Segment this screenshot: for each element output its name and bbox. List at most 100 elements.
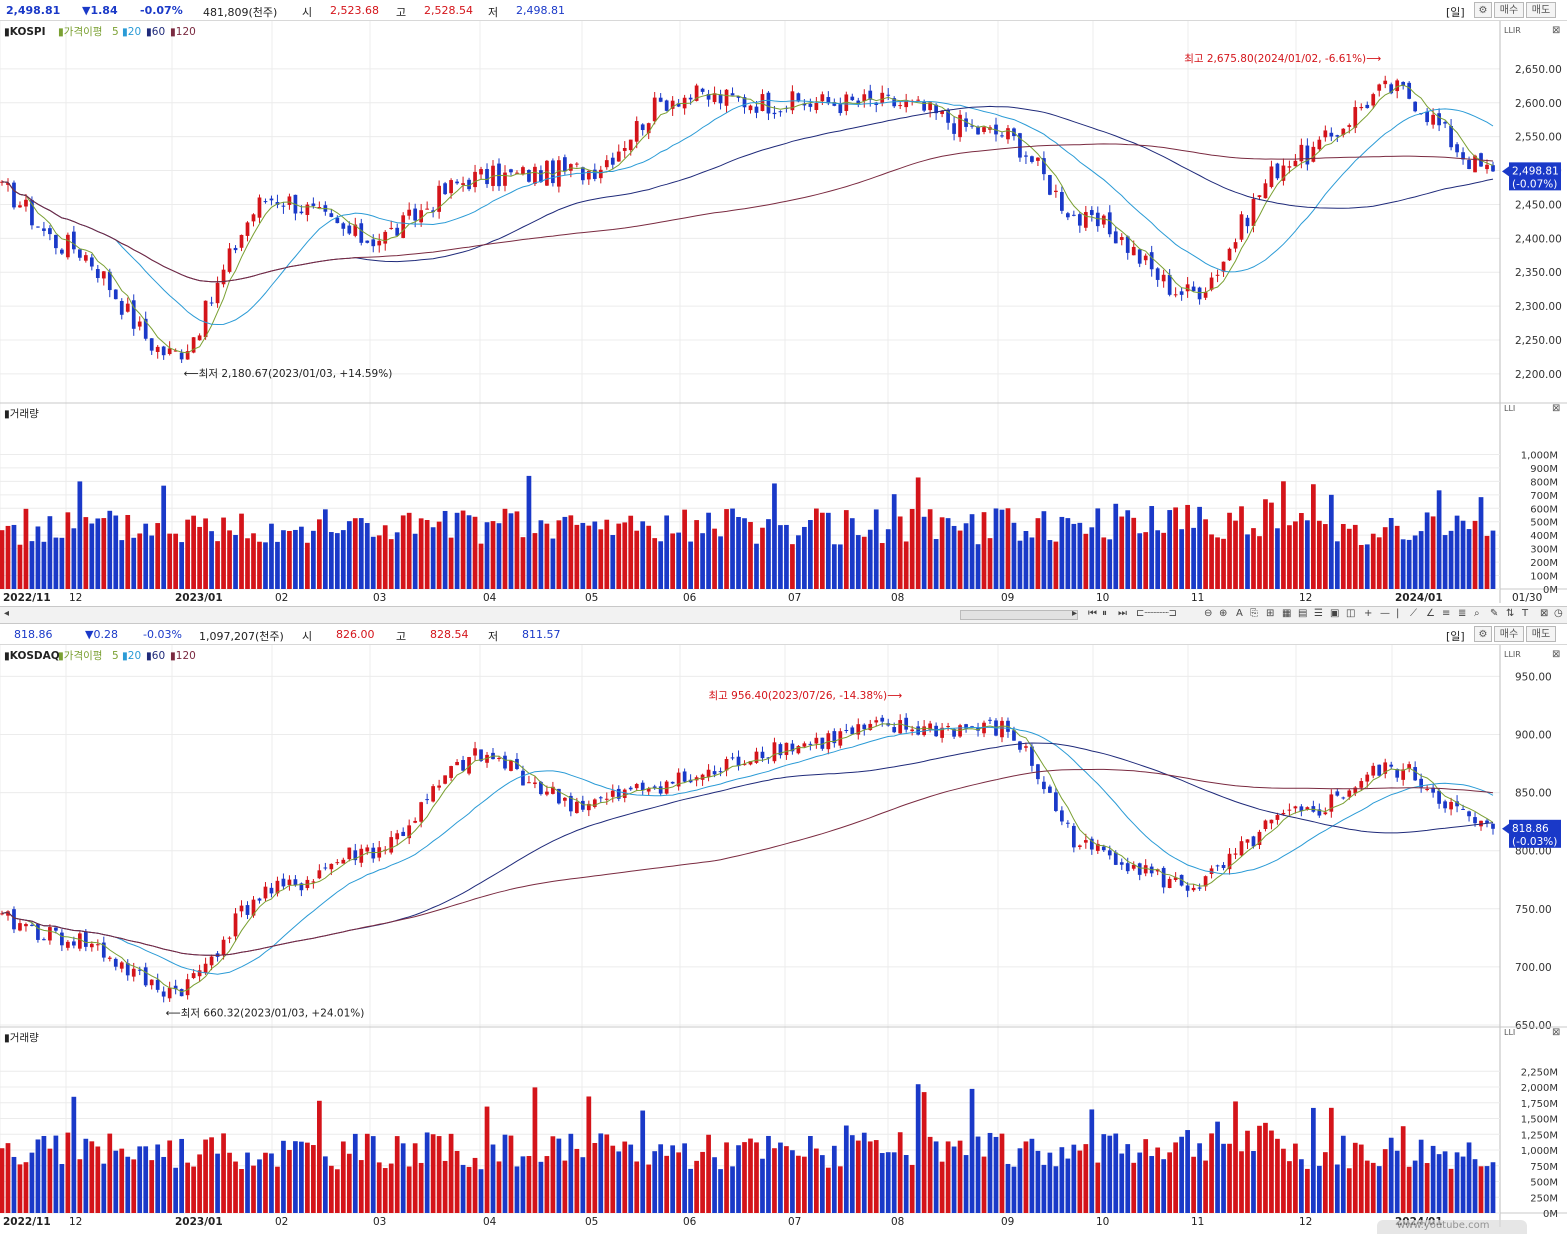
copy-icon[interactable]: ⎘ [1250,608,1258,619]
volume-bar [155,1144,161,1213]
volume-bar [987,1132,993,1213]
candle [610,157,615,165]
volume-bar [305,542,310,589]
volume-bar [1017,540,1023,589]
x-tick-label: 02 [275,1216,288,1228]
grid-icon[interactable]: ▦ [1282,608,1291,619]
candle [539,170,543,183]
volume-bar [412,1143,418,1213]
kosdaq-period[interactable]: [일] [1446,628,1465,644]
volume-bar [1454,515,1460,589]
volume-bar [867,1141,873,1213]
candle [377,240,382,246]
angle-icon[interactable]: ∠ [1426,608,1435,619]
volume-bar [879,543,885,589]
volume-bar [718,536,723,589]
candle [497,163,501,187]
volume-bar [1424,512,1430,589]
volume-bar [173,1167,179,1213]
last-price-pct: (-0.03%) [1512,836,1557,848]
volume-bar [999,509,1005,589]
list-icon[interactable]: ☰ [1314,608,1323,619]
last-icon[interactable]: ⏭ [1118,608,1127,619]
erase-icon[interactable]: ⊠ [1540,608,1548,619]
volume-bar [370,1136,376,1213]
line-icon[interactable]: — [1380,608,1390,619]
indicator-icon[interactable]: ⊞ [1266,608,1274,619]
volume-bar [1113,1133,1119,1213]
candle [682,771,687,782]
candle [1095,212,1100,227]
volume-bar [137,533,143,589]
x-tick-label: 2023/01 [175,1216,223,1228]
crosshair-icon[interactable]: + [1364,608,1372,619]
volume-bar [879,1153,885,1213]
volume-bar [1023,530,1029,589]
x-tick-label: 08 [891,1216,904,1228]
sort-icon[interactable]: ⇅ [1506,608,1514,619]
volume-bar [742,1142,747,1213]
kosdaq-sell-button[interactable]: 매도 [1526,626,1556,642]
kospi-buy-button[interactable]: 매수 [1494,2,1524,18]
volume-bar [221,1133,226,1213]
volume-bar [65,512,71,589]
diagonal-icon[interactable]: ⟋ [1410,608,1417,619]
volume-bar [269,1153,274,1213]
clock-icon[interactable]: ◷ [1554,608,1563,619]
candle [1083,212,1088,228]
kosdaq-buy-button[interactable]: 매수 [1494,626,1524,642]
volume-bar [1149,506,1155,589]
candle [598,169,603,179]
text-icon[interactable]: T [1522,608,1528,619]
settings-gear-icon[interactable]: ⚙ [1474,2,1492,18]
pencil-icon[interactable]: ✎ [1490,608,1498,619]
kospi-sell-button[interactable]: 매도 [1526,2,1556,18]
candle [209,302,214,304]
kospi-period[interactable]: [일] [1446,4,1465,20]
volume-bar [1089,1109,1095,1213]
table-icon[interactable]: ▤ [1298,608,1307,619]
volume-bar [334,1169,340,1213]
candle [772,742,777,762]
candle [101,271,106,279]
zoom-out-icon[interactable]: ⊖ [1204,608,1212,619]
compare-icon[interactable]: ▣ [1330,608,1339,619]
candle [329,863,334,870]
candle [395,833,400,840]
volume-bar [1065,518,1071,589]
volume-bar [909,508,915,589]
candle [503,172,507,186]
candle [820,94,825,102]
volume-tick-label: 500M [1530,518,1558,529]
volume-bar [1460,1156,1466,1213]
volume-bar [1065,1158,1071,1213]
candle [1089,210,1094,215]
pause-icon[interactable]: ⏸ [1102,608,1107,619]
range-slider-icon[interactable]: ⊏┈┈┈┈⊐ [1136,608,1177,619]
horizontal-scrollbar[interactable] [960,610,1078,620]
candle [1377,84,1382,91]
vline-icon[interactable]: | [1396,608,1399,619]
candle [1245,217,1250,227]
volume-bar [47,516,53,589]
volume-bar [496,523,502,589]
fibonacci-icon[interactable]: ≣ [1458,608,1466,619]
volume-bar [83,517,89,589]
layout-icon[interactable]: ◫ [1346,608,1355,619]
zoom-in-icon[interactable]: ⊕ [1219,608,1227,619]
channel-icon[interactable]: ≡ [1442,608,1450,619]
scroll-left-icon[interactable]: ◂ [4,608,9,619]
volume-bar [682,1143,687,1213]
volume-bar [131,1159,137,1213]
text-tool-icon[interactable]: A [1236,608,1243,619]
search-icon[interactable]: ⌕ [1474,608,1480,619]
volume-bar [903,1155,909,1213]
volume-bar [1209,534,1214,589]
settings-gear-icon[interactable]: ⚙ [1474,626,1492,642]
candle [754,751,759,763]
scroll-right-icon[interactable]: ▸ [1072,608,1077,619]
candle [185,979,190,996]
volume-bar [406,512,412,589]
first-icon[interactable]: ⏮ [1088,608,1097,619]
candle [66,941,70,948]
